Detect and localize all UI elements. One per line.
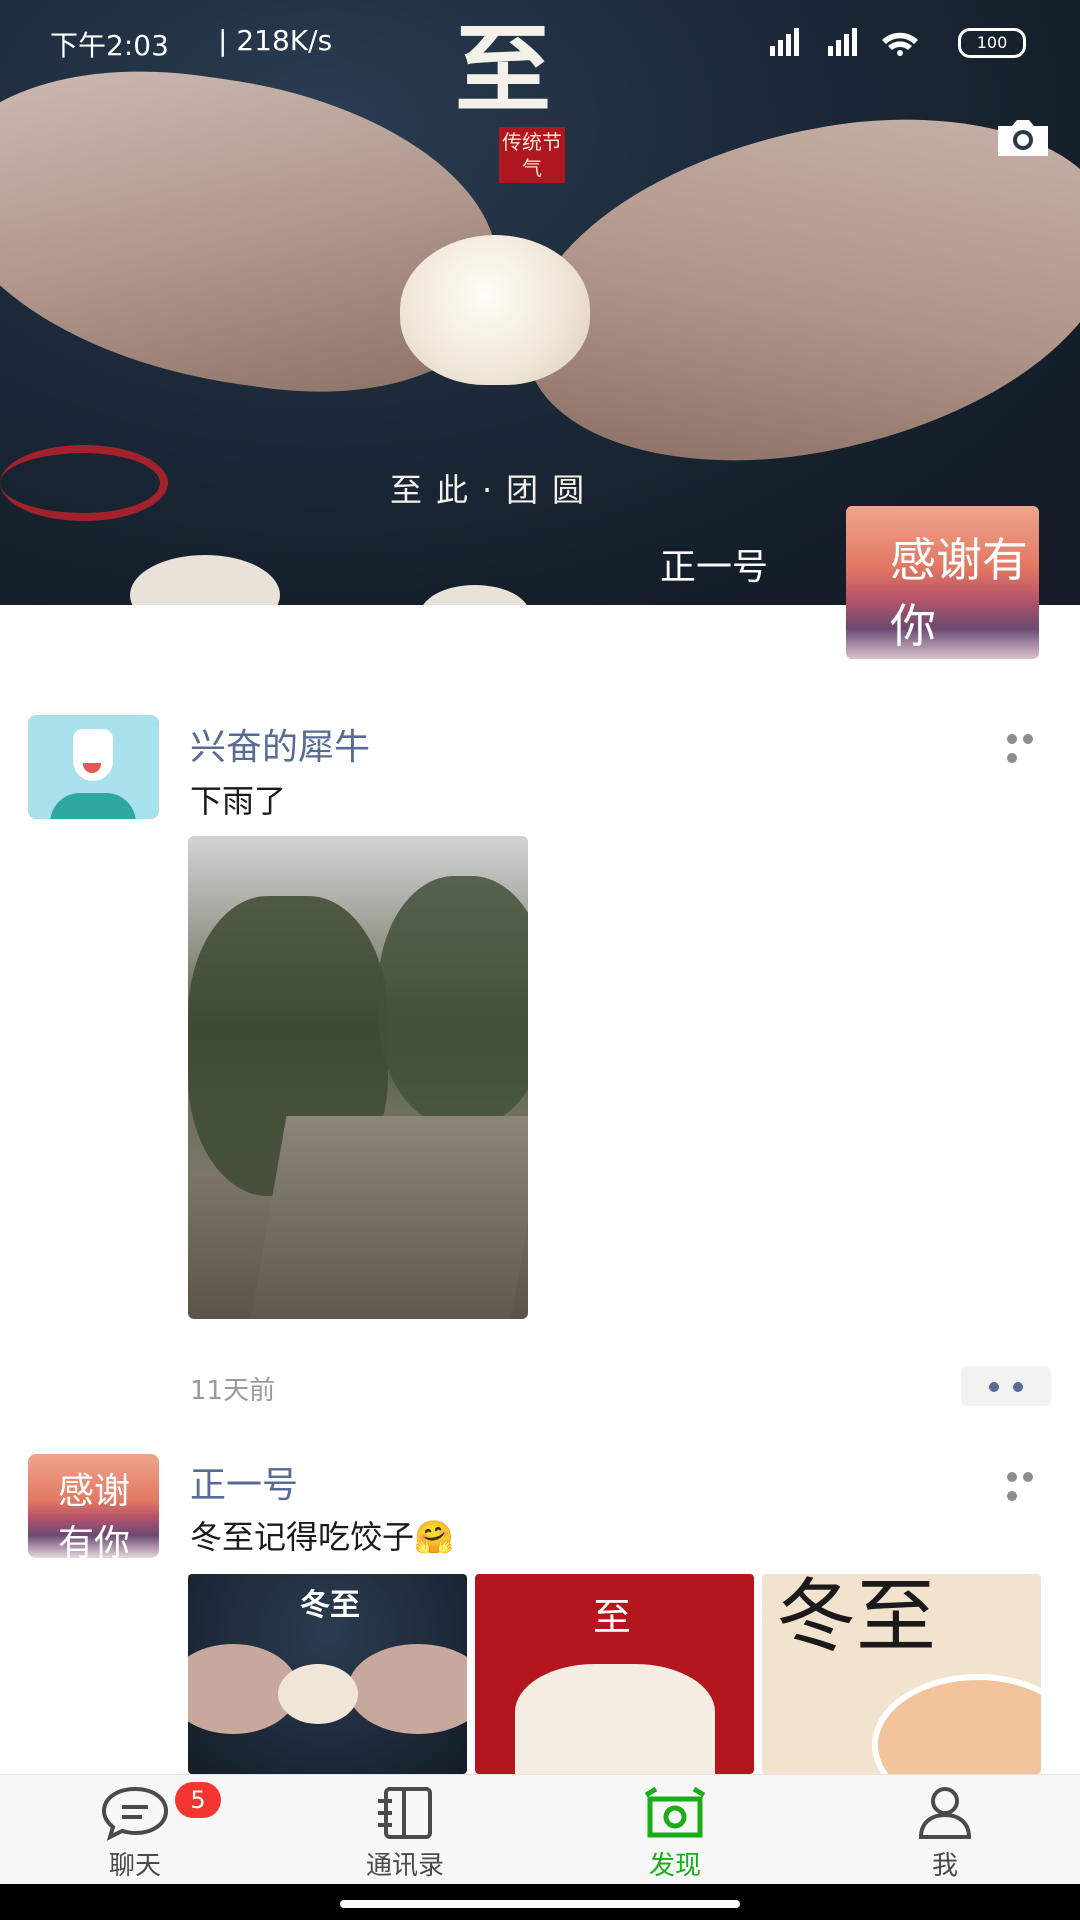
cover-dumpling bbox=[130, 555, 280, 605]
thumbnail-title: 冬至 bbox=[776, 1574, 936, 1663]
thumbnail-title: 至 bbox=[593, 1595, 632, 1639]
photo-road bbox=[249, 1116, 528, 1319]
tab-label: 通讯录 bbox=[365, 1851, 444, 1881]
contacts-book-icon bbox=[378, 1787, 432, 1839]
post-image-thumbnail[interactable]: 冬至 bbox=[762, 1574, 1041, 1774]
post-text: 冬至记得吃饺子🤗 bbox=[190, 1518, 454, 1556]
thumbnail-family-scene bbox=[515, 1664, 715, 1774]
more-options-icon[interactable] bbox=[1007, 1467, 1053, 1501]
person-icon bbox=[918, 1787, 972, 1839]
network-speed: | 218K/s bbox=[218, 24, 333, 57]
cover-slogan: 至此·团圆 bbox=[390, 471, 599, 509]
thumbnail-dumpling bbox=[278, 1664, 358, 1724]
tab-me[interactable]: 我 bbox=[865, 1775, 1025, 1885]
unread-badge: 5 bbox=[175, 1782, 221, 1818]
post-photo[interactable] bbox=[188, 836, 528, 1319]
post-author-avatar[interactable]: 感谢有你 bbox=[28, 1454, 159, 1558]
cover-dumpling bbox=[400, 235, 590, 385]
more-options-icon[interactable] bbox=[1007, 729, 1053, 763]
tab-label: 发现 bbox=[648, 1851, 701, 1881]
post-text: 下雨了 bbox=[190, 782, 287, 820]
tab-discover[interactable]: 发现 bbox=[595, 1775, 755, 1885]
avatar-body bbox=[50, 793, 136, 819]
bottom-tab-bar: 聊天 通讯录 发现 我 bbox=[0, 1774, 1080, 1885]
post-author-name[interactable]: 正一号 bbox=[190, 1456, 298, 1508]
cover-dumpling bbox=[420, 585, 530, 605]
chat-bubble-icon bbox=[101, 1786, 169, 1841]
post-author-name[interactable]: 兴奋的犀牛 bbox=[190, 718, 370, 770]
post-time: 11天前 bbox=[190, 1376, 276, 1406]
photo-tree bbox=[378, 876, 528, 1126]
battery-icon: 100 bbox=[958, 28, 1026, 58]
discover-moments-icon bbox=[644, 1786, 706, 1838]
thumbnail-hand bbox=[348, 1644, 467, 1734]
home-indicator[interactable] bbox=[340, 1900, 740, 1908]
camera-icon[interactable] bbox=[994, 118, 1052, 158]
status-time: 下午2:03 bbox=[50, 29, 169, 62]
like-comment-button[interactable] bbox=[961, 1366, 1051, 1406]
avatar-artwork-text: 感谢有你 bbox=[890, 533, 1028, 653]
status-bar: 下午2:03 | 218K/s 100 bbox=[0, 0, 1080, 84]
post-author-avatar[interactable] bbox=[28, 715, 159, 819]
cover-owner-avatar[interactable]: 感谢有你 bbox=[846, 506, 1039, 659]
tab-label: 聊天 bbox=[108, 1851, 161, 1881]
avatar-artwork-text: 感谢有你 bbox=[58, 1471, 131, 1558]
tab-label: 我 bbox=[931, 1851, 958, 1881]
post-image-grid: 冬至 至 冬至 bbox=[188, 1574, 1041, 1774]
post-image-thumbnail[interactable]: 至 bbox=[475, 1574, 754, 1774]
avatar-face bbox=[73, 729, 113, 781]
post-image-thumbnail[interactable]: 冬至 bbox=[188, 1574, 467, 1774]
cover-decoration bbox=[0, 445, 168, 521]
cover-seal: 传统节气 bbox=[499, 127, 565, 183]
thumbnail-dumpling-plate bbox=[872, 1674, 1041, 1774]
tab-contacts[interactable]: 通讯录 bbox=[325, 1775, 485, 1885]
cover-owner-name[interactable]: 正一号 bbox=[660, 538, 768, 590]
thumbnail-title: 冬至 bbox=[300, 1588, 360, 1623]
